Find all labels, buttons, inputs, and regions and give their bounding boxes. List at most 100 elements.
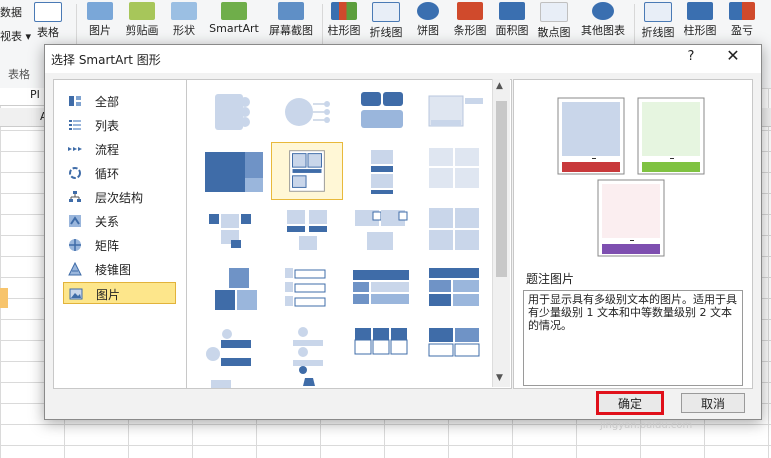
screenshot-button[interactable]: 屏幕截图 <box>263 0 319 40</box>
pivot-table-label-top: 数据 <box>0 6 22 19</box>
category-item-pyramid[interactable]: 棱锥图 <box>63 258 176 280</box>
line-chart-icon <box>372 2 400 22</box>
scroll-down-icon[interactable]: ▼ <box>496 373 503 383</box>
preview-pane: 题注图片 用于显示具有多级别文本的图片。适用于具有少量级别 1 文本和中等数量级… <box>513 79 753 389</box>
gallery-scrollbar[interactable]: ▲ ▼ <box>492 79 510 387</box>
all-icon <box>69 96 81 106</box>
ok-button[interactable]: 确定 <box>596 391 664 415</box>
cycle-icon <box>69 167 81 179</box>
table-label: 表格 <box>37 26 59 39</box>
layout-thumb-1[interactable] <box>201 84 267 136</box>
layout-gallery[interactable] <box>186 79 512 389</box>
pie-chart-button[interactable]: 饼图 <box>410 0 446 40</box>
layout-thumb-4[interactable] <box>423 84 489 136</box>
layout-thumb-19[interactable] <box>349 324 415 376</box>
category-item-relationship[interactable]: 关系 <box>63 210 176 232</box>
relationship-icon <box>69 215 81 227</box>
shapes-button[interactable]: 形状 <box>166 0 202 40</box>
category-label: 全部 <box>95 95 120 109</box>
picture-icon <box>87 2 113 20</box>
column-chart-button[interactable]: 柱形图 <box>325 0 363 40</box>
layout-thumb-18[interactable] <box>275 324 341 376</box>
layout-thumb-10[interactable] <box>275 204 341 256</box>
pivot-table-button[interactable]: 数据 视表 ▾ <box>0 0 31 43</box>
cancel-button[interactable]: 取消 <box>681 393 745 413</box>
pivot-table-label-bottom: 视表 ▾ <box>0 30 32 43</box>
clipart-label: 剪贴画 <box>125 24 159 37</box>
smartart-dialog: 选择 SmartArt 图形 ? ✕ 全部 列表 流程 循环 层次结构 关系 矩… <box>44 44 762 420</box>
smartart-label: SmartArt <box>209 22 259 35</box>
area-chart-icon <box>499 2 525 20</box>
hierarchy-icon <box>69 191 81 202</box>
dialog-title: 选择 SmartArt 图形 <box>51 53 161 67</box>
other-charts-label: 其他图表 <box>581 24 625 37</box>
picture-button[interactable]: 图片 <box>82 0 118 40</box>
scrollbar-thumb[interactable] <box>496 101 507 277</box>
group-label-tables: 表格 <box>8 68 30 81</box>
sparkline-line-button[interactable]: 折线图 <box>638 0 678 40</box>
layout-thumb-16[interactable] <box>423 264 489 316</box>
layout-thumb-5[interactable] <box>201 144 267 196</box>
category-label: 关系 <box>95 215 120 229</box>
scatter-chart-label: 散点图 <box>537 26 571 39</box>
layout-thumb-13[interactable] <box>201 264 267 316</box>
layout-thumb-6-selected[interactable] <box>271 142 343 200</box>
layout-thumb-21[interactable] <box>201 378 267 389</box>
pyramid-icon <box>68 262 82 276</box>
bar-chart-label: 条形图 <box>453 24 487 37</box>
other-charts-button[interactable]: 其他图表 <box>576 0 630 40</box>
scatter-chart-icon <box>540 2 568 22</box>
scatter-chart-button[interactable]: 散点图 <box>534 0 574 40</box>
layout-thumb-14[interactable] <box>275 264 341 316</box>
layout-thumb-15[interactable] <box>349 264 415 316</box>
layout-thumb-3[interactable] <box>349 84 415 136</box>
category-item-all[interactable]: 全部 <box>63 90 176 112</box>
sparkline-winloss-icon <box>729 2 755 20</box>
sparkline-winloss-button[interactable]: 盈亏 <box>724 0 760 40</box>
category-item-picture[interactable]: 图片 <box>63 282 176 304</box>
matrix-icon <box>69 239 81 251</box>
name-box[interactable]: PI <box>0 88 44 106</box>
smartart-icon <box>221 2 247 20</box>
shapes-icon <box>171 2 197 20</box>
list-icon <box>69 120 81 130</box>
sparkline-line-icon <box>644 2 672 22</box>
process-icon <box>68 147 82 151</box>
area-chart-button[interactable]: 面积图 <box>492 0 532 40</box>
line-chart-button[interactable]: 折线图 <box>366 0 406 40</box>
column-chart-label: 柱形图 <box>327 24 361 37</box>
category-item-hierarchy[interactable]: 层次结构 <box>63 186 176 208</box>
category-label: 图片 <box>96 288 121 302</box>
layout-thumb-12[interactable] <box>423 204 489 256</box>
bar-chart-button[interactable]: 条形图 <box>450 0 490 40</box>
sparkline-column-button[interactable]: 柱形图 <box>680 0 720 40</box>
preview-graphic <box>557 97 705 257</box>
dialog-titlebar[interactable]: 选择 SmartArt 图形 ? ✕ <box>45 45 761 73</box>
category-label: 棱锥图 <box>95 263 132 277</box>
smartart-button[interactable]: SmartArt <box>205 0 263 40</box>
help-icon[interactable]: ? <box>681 49 701 64</box>
clipart-button[interactable]: 剪贴画 <box>120 0 164 40</box>
watermark: jingyan.baidu.com <box>600 420 693 431</box>
picture-icon <box>69 288 83 300</box>
table-button[interactable]: 表格 <box>28 0 68 40</box>
bar-chart-icon <box>457 2 483 20</box>
layout-thumb-11[interactable] <box>349 204 415 256</box>
scroll-up-icon[interactable]: ▲ <box>496 81 503 91</box>
layout-thumb-17[interactable] <box>201 324 267 376</box>
sparkline-column-label: 柱形图 <box>683 24 717 37</box>
category-item-matrix[interactable]: 矩阵 <box>63 234 176 256</box>
layout-thumb-20[interactable] <box>423 324 489 376</box>
category-item-cycle[interactable]: 循环 <box>63 162 176 184</box>
selected-row-header[interactable] <box>0 288 8 308</box>
category-item-list[interactable]: 列表 <box>63 114 176 136</box>
layout-thumb-8[interactable] <box>423 144 489 196</box>
category-label: 层次结构 <box>95 191 144 205</box>
layout-thumb-2[interactable] <box>275 84 341 136</box>
layout-thumb-7[interactable] <box>349 144 415 196</box>
layout-thumb-9[interactable] <box>201 204 267 256</box>
clipart-icon <box>129 2 155 20</box>
category-item-process[interactable]: 流程 <box>63 138 176 160</box>
layout-thumb-22[interactable] <box>275 378 341 389</box>
close-icon[interactable]: ✕ <box>721 46 745 65</box>
